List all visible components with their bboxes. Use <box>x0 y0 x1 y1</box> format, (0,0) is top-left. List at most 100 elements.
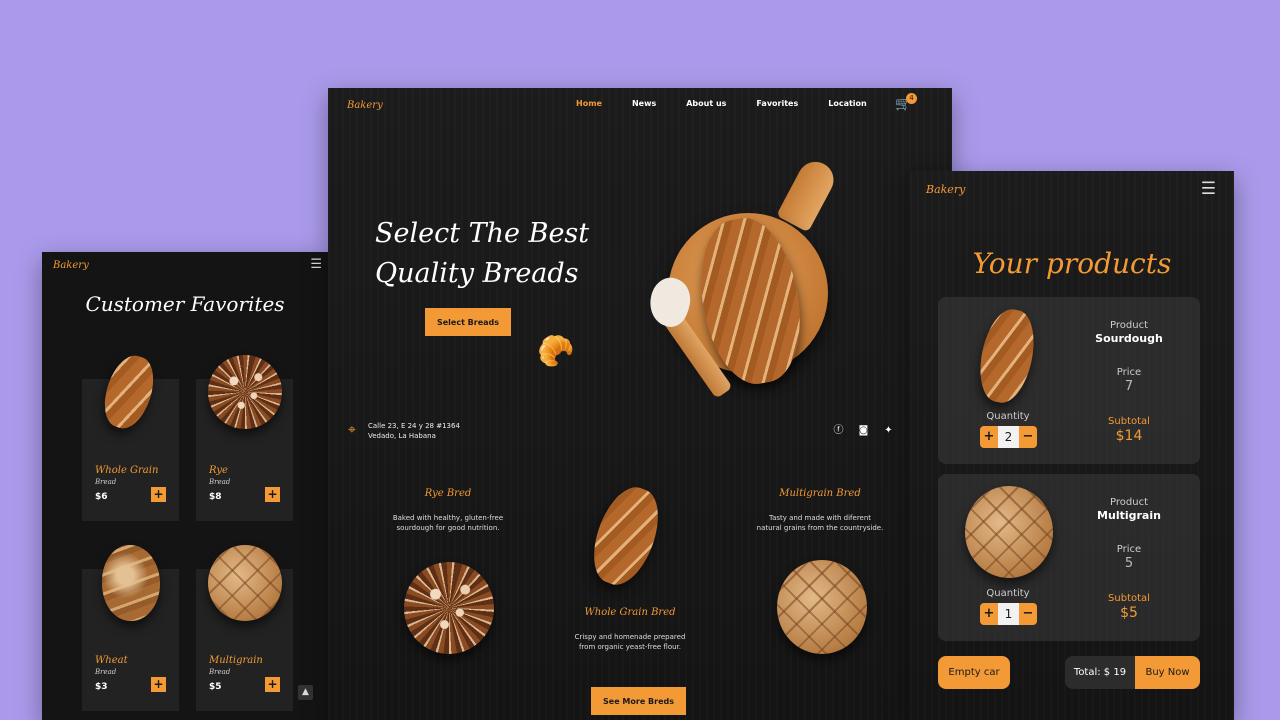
desktop-landing-panel: Bakery Home News About us Favorites Loca… <box>328 88 952 720</box>
checkout-bar: Total: $ 19 Buy Now <box>1065 656 1200 689</box>
hero-title: Select The Best Quality Breads <box>375 214 589 294</box>
product-card[interactable]: Rye Bread $8 + <box>196 355 293 521</box>
total-value: Total: $ 19 <box>1073 667 1127 678</box>
feature-description-line: Baked with healthy, gluten-free <box>392 514 504 522</box>
hamburger-icon[interactable]: ☰ <box>310 257 322 272</box>
subtotal-label: Subtotal <box>1108 416 1150 427</box>
cart-item: Quantity + 1 − Product Multigrain Price … <box>938 474 1200 641</box>
location-pin-icon: ⌖ <box>348 422 356 438</box>
arrow-up-icon[interactable]: ▲ <box>298 685 313 700</box>
quantity-value: 1 <box>998 603 1019 625</box>
decrease-button[interactable]: − <box>1019 603 1037 625</box>
brand-logo[interactable]: Bakery <box>926 183 965 196</box>
price-label: Price <box>1116 367 1142 378</box>
instagram-icon[interactable]: ◙ <box>858 425 869 436</box>
product-name: Rye <box>209 465 228 476</box>
quantity-stepper: + 2 − <box>980 426 1037 448</box>
nav-item-location[interactable]: Location <box>828 99 867 108</box>
feature-description-line: from organic yeast-free flour. <box>578 643 681 651</box>
feature-description-line: natural grains from the countryside. <box>756 524 884 532</box>
product-price: $5 <box>209 682 222 692</box>
feature-title: Rye Bred <box>424 488 472 499</box>
feature-description-line: Crispy and homenade prepared <box>574 633 686 641</box>
product-name: Multigrain <box>1097 509 1161 522</box>
product-category: Bread <box>95 478 117 486</box>
product-price: $3 <box>95 682 108 692</box>
address-line: Calle 23, E 24 y 28 #1364 <box>368 422 460 430</box>
twitter-icon[interactable]: ✦ <box>883 425 894 436</box>
croissant-icon: 🥐 <box>537 334 575 369</box>
favorites-mobile-panel: Bakery ☰ Customer Favorites Whole Grain … <box>42 252 328 720</box>
feature-description: Baked with healthy, gluten-free sourdoug… <box>368 513 528 533</box>
empty-cart-button[interactable]: Empty car <box>938 656 1010 689</box>
multigrain-bread-image <box>777 560 867 654</box>
main-nav: Home News About us Favorites Location <box>576 99 897 108</box>
add-to-cart-button[interactable]: + <box>151 677 166 692</box>
feature-description: Crispy and homenade prepared from organi… <box>550 632 710 652</box>
quantity-label: Quantity <box>986 411 1030 422</box>
quantity-stepper: + 1 − <box>980 603 1037 625</box>
select-breads-button[interactable]: Select Breads <box>425 308 511 336</box>
buy-now-button[interactable]: Buy Now <box>1135 656 1200 689</box>
feature-title: Whole Grain Bred <box>584 607 676 618</box>
bread-image <box>96 350 162 434</box>
product-category: Bread <box>95 668 117 676</box>
social-links: ⓕ ◙ ✦ <box>833 425 894 436</box>
product-price: $6 <box>95 492 108 502</box>
decrease-button[interactable]: − <box>1019 426 1037 448</box>
bread-image <box>102 545 160 621</box>
increase-button[interactable]: + <box>980 603 998 625</box>
product-card[interactable]: Multigrain Bread $5 + <box>196 545 293 711</box>
facebook-icon[interactable]: ⓕ <box>833 425 844 436</box>
cart-count-badge: 4 <box>906 93 917 104</box>
product-price: $8 <box>209 492 222 502</box>
nav-item-news[interactable]: News <box>632 99 656 108</box>
nav-item-favorites[interactable]: Favorites <box>756 99 798 108</box>
cart-mobile-panel: Bakery ☰ Your products Quantity + 2 − Pr… <box>910 171 1234 720</box>
add-to-cart-button[interactable]: + <box>265 677 280 692</box>
product-name: Multigrain <box>209 655 263 666</box>
bread-image <box>208 545 282 621</box>
whole-grain-bread-image <box>582 479 670 593</box>
brand-logo[interactable]: Bakery <box>347 100 383 111</box>
page-title: Customer Favorites <box>85 292 285 316</box>
product-name: Wheat <box>95 655 128 666</box>
cutting-board-image <box>776 155 840 233</box>
product-name: Whole Grain <box>95 465 159 476</box>
product-card[interactable]: Whole Grain Bread $6 + <box>82 350 179 521</box>
rye-bread-image <box>404 562 494 654</box>
product-name: Sourdough <box>1095 332 1163 345</box>
price-value: 7 <box>1124 379 1134 394</box>
add-to-cart-button[interactable]: + <box>151 487 166 502</box>
quantity-label: Quantity <box>986 588 1030 599</box>
product-card[interactable]: Wheat Bread $3 + <box>82 545 179 711</box>
cart-item: Quantity + 2 − Product Sourdough Price 7… <box>938 297 1200 464</box>
subtotal-value: $14 <box>1115 428 1143 444</box>
increase-button[interactable]: + <box>980 426 998 448</box>
nav-item-about-us[interactable]: About us <box>686 99 726 108</box>
quantity-value: 2 <box>998 426 1019 448</box>
sourdough-image <box>972 304 1042 408</box>
feature-description-line: sourdough for good nutrition. <box>396 524 500 532</box>
subtotal-value: $5 <box>1120 605 1138 621</box>
subtotal-label: Subtotal <box>1108 593 1150 604</box>
feature-description-line: Tasty and made with diferent <box>768 514 872 522</box>
add-to-cart-button[interactable]: + <box>265 487 280 502</box>
address: Calle 23, E 24 y 28 #1364 Vedado, La Hab… <box>368 421 460 441</box>
multigrain-image <box>965 486 1053 578</box>
hero-title-line: Quality Breads <box>375 258 579 289</box>
product-label: Product <box>1110 320 1148 331</box>
page-title: Your products <box>972 247 1172 280</box>
see-more-button[interactable]: See More Breds <box>591 687 686 715</box>
feature-description: Tasty and made with diferent natural gra… <box>740 513 900 533</box>
price-value: 5 <box>1124 556 1134 571</box>
hero-title-line: Select The Best <box>375 218 590 249</box>
hamburger-icon[interactable]: ☰ <box>1201 179 1216 199</box>
price-label: Price <box>1116 544 1142 555</box>
brand-logo[interactable]: Bakery <box>53 260 89 271</box>
nav-item-home[interactable]: Home <box>576 99 602 108</box>
product-category: Bread <box>209 668 231 676</box>
address-line: Vedado, La Habana <box>368 432 436 440</box>
feature-title: Multigrain Bred <box>779 488 861 499</box>
product-label: Product <box>1110 497 1148 508</box>
